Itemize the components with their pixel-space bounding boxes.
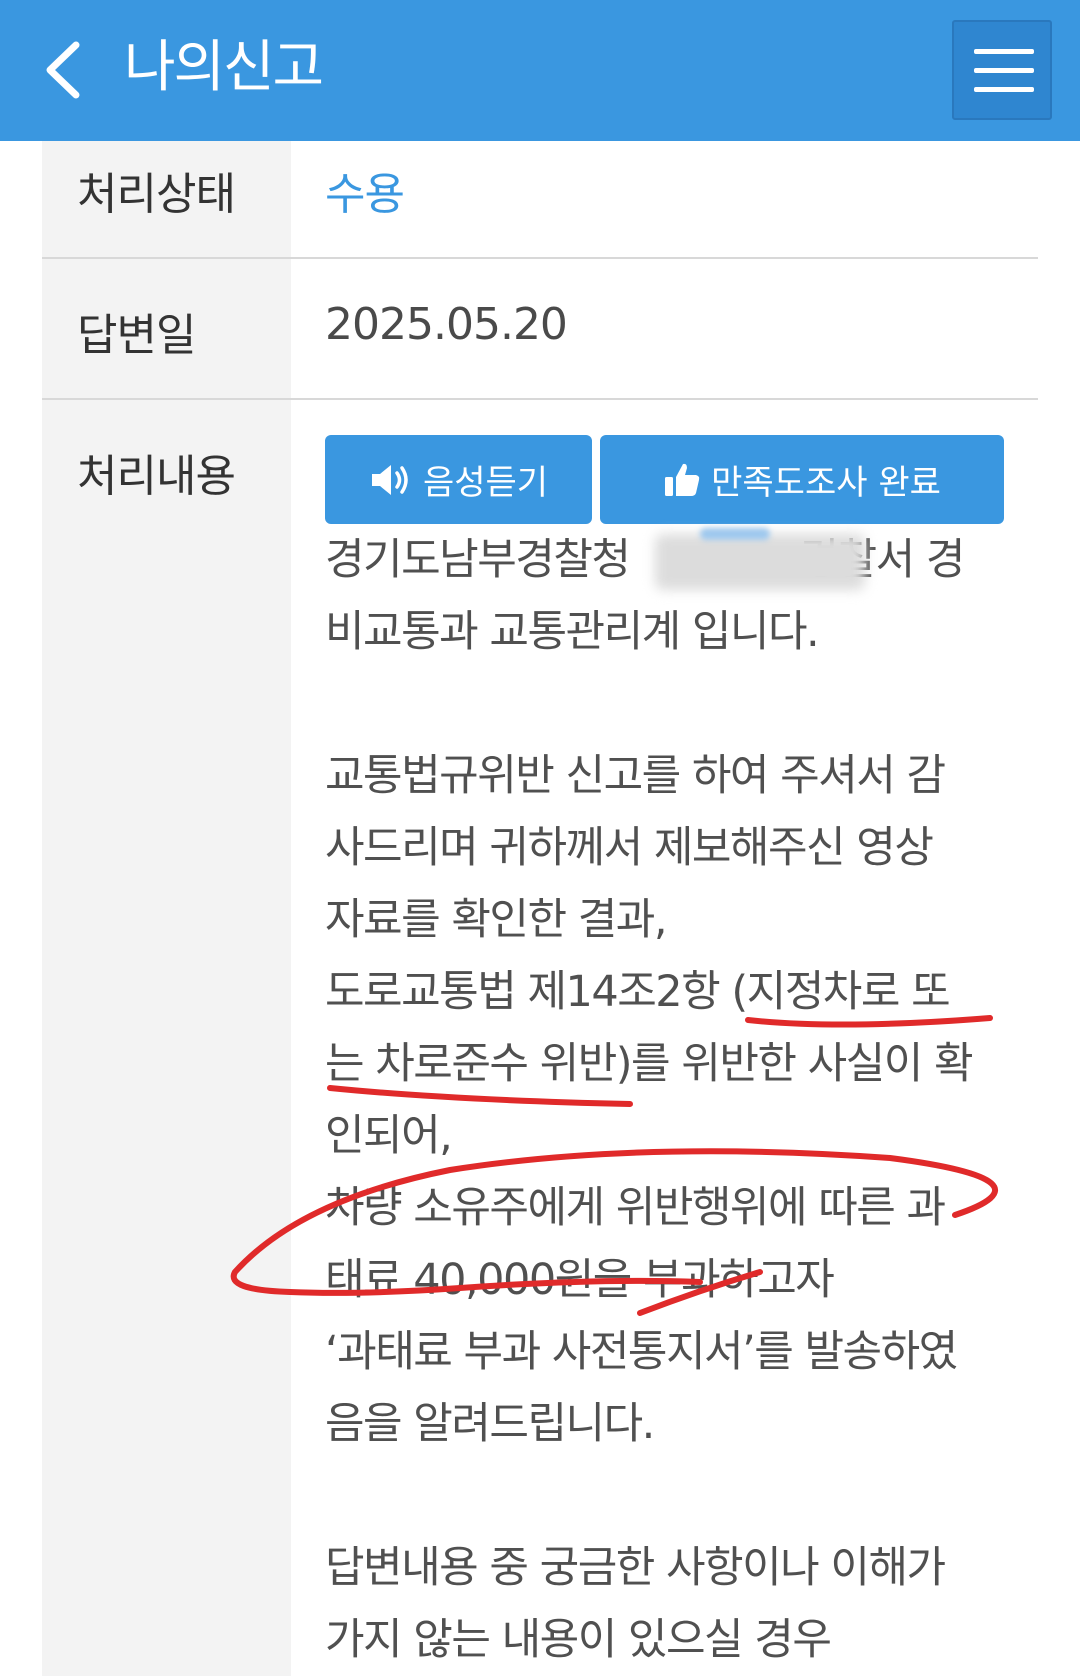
reply-line: 교통법규위반 신고를 하여 주셔서 감 xyxy=(325,751,946,801)
hamburger-menu-icon xyxy=(974,49,1034,54)
answer-date-label: 답변일 xyxy=(77,310,196,361)
reply-line: 차량 소유주에게 위반행위에 따른 과 xyxy=(325,1183,946,1233)
reply-line: 가지 않는 내용이 있으실 경우 xyxy=(325,1615,832,1665)
listen-audio-button[interactable]: 음성듣기 xyxy=(325,435,592,524)
app-header: 나의신고 xyxy=(0,0,1080,141)
reply-line: 비교통과 교통관리계 입니다. xyxy=(325,607,820,657)
back-button[interactable] xyxy=(40,35,90,105)
menu-button[interactable] xyxy=(952,20,1052,120)
reply-line: 사드리며 귀하께서 제보해주신 영상 xyxy=(325,823,934,873)
listen-audio-label: 음성듣기 xyxy=(422,463,549,503)
reply-line: 는 차로준수 위반)를 위반한 사실이 확 xyxy=(325,1039,974,1089)
reply-line: 답변내용 중 궁금한 사항이나 이해가 xyxy=(325,1543,946,1593)
satisfaction-survey-label: 만족도조사 완료 xyxy=(711,463,941,503)
reply-line: 음을 알려드립니다. xyxy=(325,1399,655,1449)
reply-content: 경기도남부경찰청 경찰서 경 비교통과 교통관리계 입니다. 교통법규위반 신고를… xyxy=(325,524,1025,1676)
thumbs-up-icon xyxy=(665,463,700,496)
reply-line: 자료를 확인한 결과, xyxy=(325,895,668,945)
reply-line: 태료 40,000원을 부과하고자 xyxy=(325,1255,835,1305)
page-title: 나의신고 xyxy=(124,35,324,100)
speaker-icon xyxy=(371,464,408,495)
status-label: 처리상태 xyxy=(77,169,236,220)
satisfaction-survey-button[interactable]: 만족도조사 완료 xyxy=(600,435,1004,524)
chevron-left-icon xyxy=(46,41,80,99)
redaction-blur xyxy=(700,528,770,540)
reply-line: 도로교통법 제14조2항 (지정차로 또 xyxy=(325,967,951,1017)
row-divider xyxy=(42,398,1038,400)
reply-line: ‘과태료 부과 사전통지서’를 발송하였 xyxy=(325,1327,958,1377)
answer-date-value: 2025.05.20 xyxy=(325,299,568,350)
content-label: 처리내용 xyxy=(77,451,236,502)
row-divider xyxy=(42,257,1038,259)
status-value: 수용 xyxy=(325,169,405,220)
redaction-blur xyxy=(655,534,865,590)
reply-line: 인되어, xyxy=(325,1111,453,1161)
label-column xyxy=(42,141,291,1676)
